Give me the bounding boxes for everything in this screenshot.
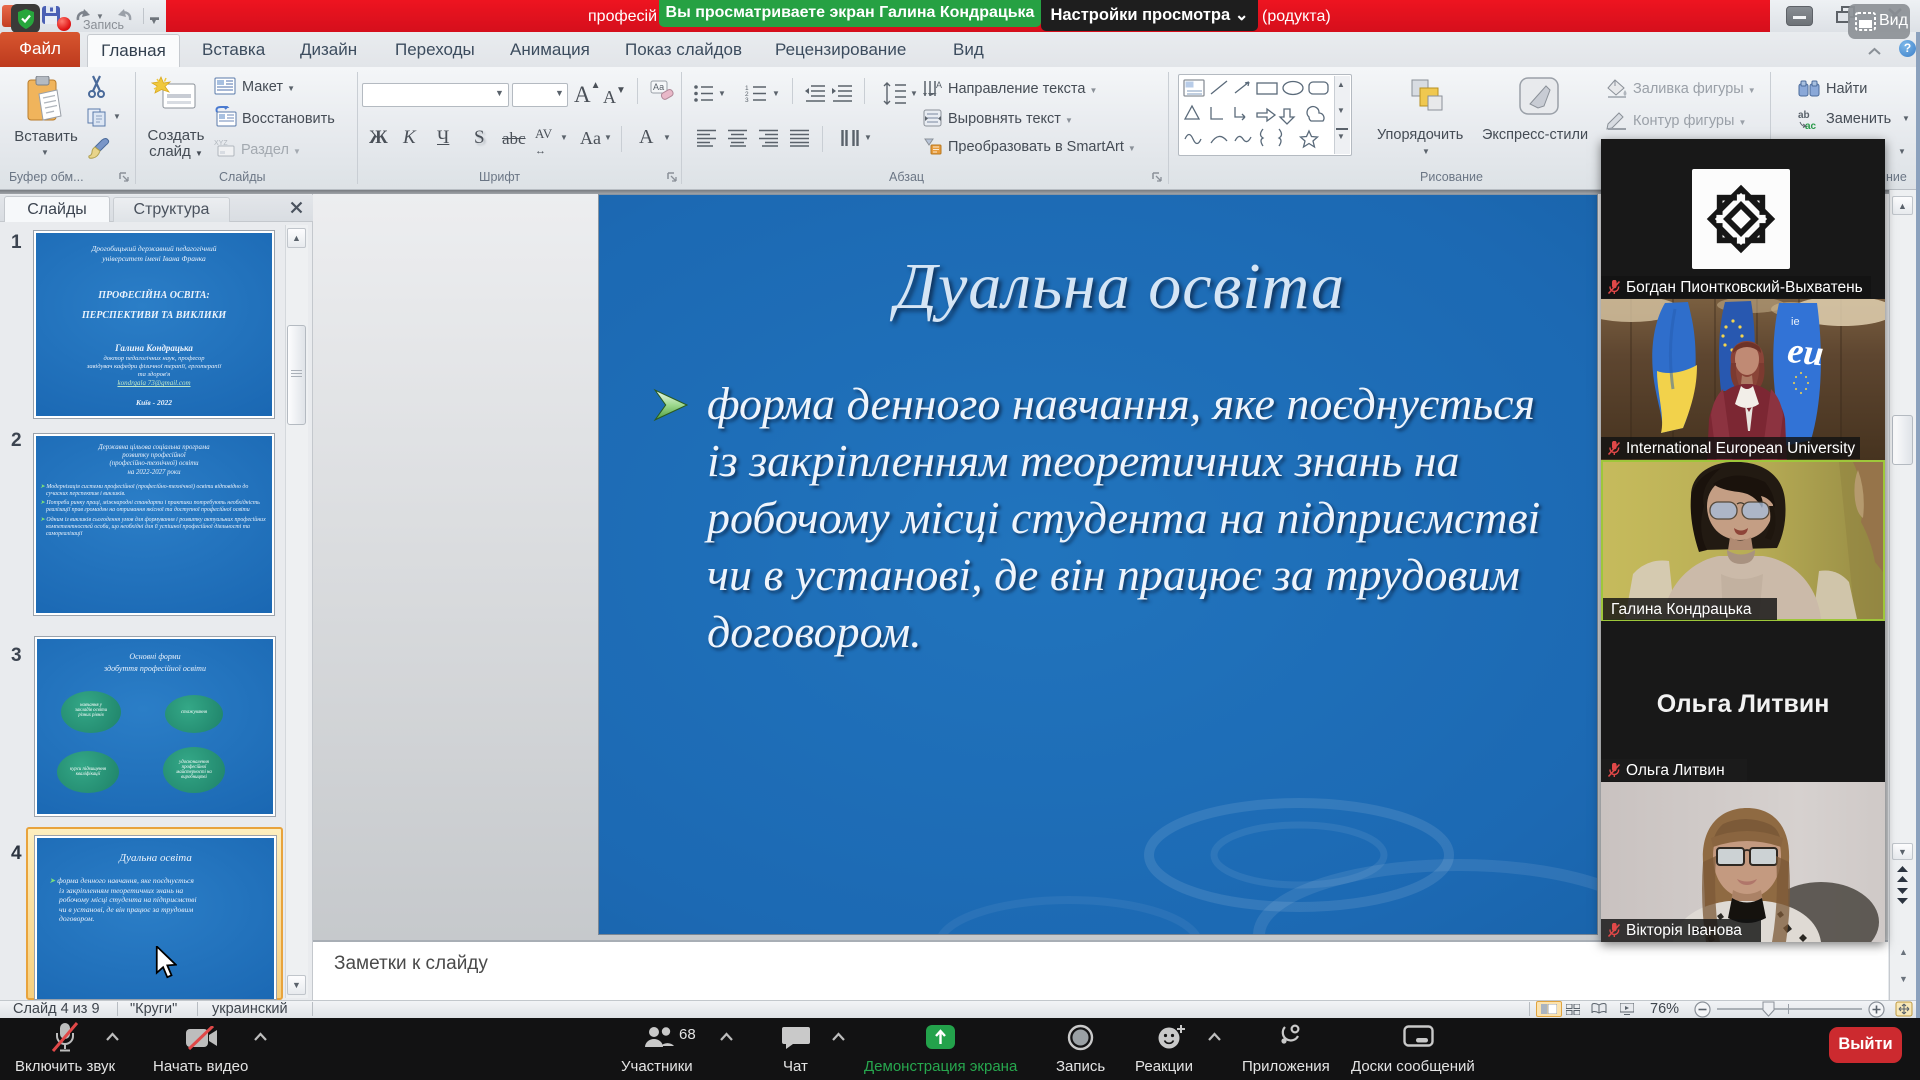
svg-text:ab: ab	[1798, 110, 1810, 121]
svg-text:3: 3	[745, 97, 749, 103]
svg-text:A: A	[936, 80, 942, 90]
svg-text:eu: eu	[1786, 330, 1826, 374]
svg-text:ie: ie	[1791, 316, 1800, 328]
svg-text:Аа: Аа	[653, 82, 664, 92]
